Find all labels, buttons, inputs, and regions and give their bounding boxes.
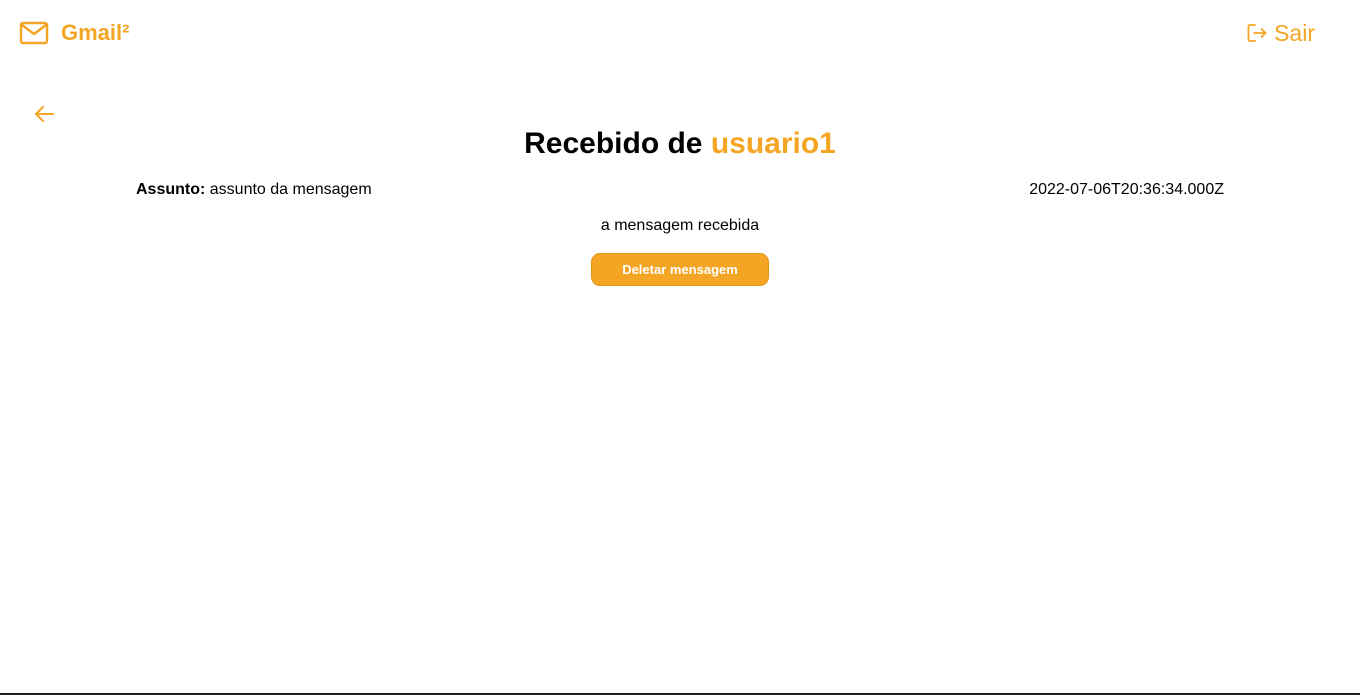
brand-name: Gmail² xyxy=(61,20,130,45)
mail-icon xyxy=(19,20,49,46)
page-title: Recebido de usuario1 xyxy=(0,126,1360,162)
brand-logo[interactable]: Gmail² xyxy=(19,20,129,46)
subject-value: assunto da mensagem xyxy=(209,181,372,198)
logout-label: Sair xyxy=(1274,20,1315,46)
message-timestamp: 2022-07-06T20:36:34.000Z xyxy=(1029,181,1224,198)
sender-name: usuario1 xyxy=(710,127,836,160)
logout-icon xyxy=(1246,22,1268,44)
subject-label: Assunto: xyxy=(136,181,206,198)
title-prefix: Recebido de xyxy=(524,127,703,160)
delete-message-button[interactable]: Deletar mensagem xyxy=(591,253,769,286)
logout-button[interactable]: Sair xyxy=(1246,20,1315,46)
back-button[interactable] xyxy=(32,103,56,125)
message-body: a mensagem recebida xyxy=(600,217,760,234)
message-meta: Assunto: assunto da mensagem 2022-07-06T… xyxy=(136,180,1224,200)
subject-line: Assunto: assunto da mensagem xyxy=(136,180,372,200)
message-view-page: Gmail² Sair Recebido de usuario1 Assunto… xyxy=(0,0,1360,695)
